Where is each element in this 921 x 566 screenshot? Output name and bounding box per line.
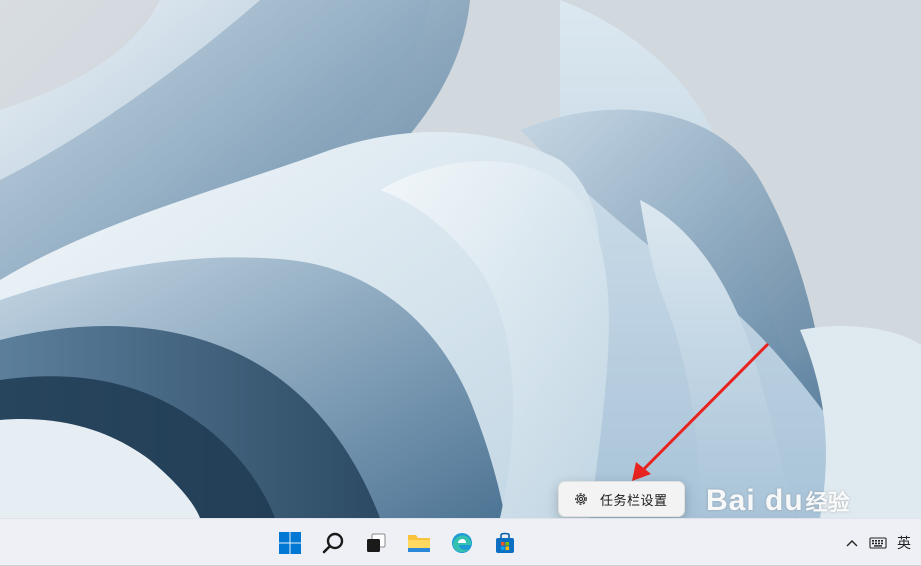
system-tray: 英 (845, 519, 921, 566)
task-view-icon (367, 533, 386, 552)
edge-browser-button[interactable] (444, 525, 480, 561)
gear-icon (572, 490, 590, 508)
file-explorer-button[interactable] (401, 525, 437, 561)
show-hidden-icons-button[interactable] (845, 528, 859, 558)
microsoft-store-button[interactable] (487, 525, 523, 561)
touch-keyboard-button[interactable] (869, 528, 887, 558)
taskbar-pinned-apps (272, 519, 530, 566)
search-icon (322, 532, 344, 553)
annotation-arrow (632, 342, 770, 481)
edge-browser-icon (452, 532, 472, 553)
keyboard-icon (869, 536, 887, 549)
microsoft-store-icon (496, 532, 514, 553)
taskbar-settings-menu-item[interactable]: 任务栏设置 (572, 482, 668, 516)
input-method-indicator[interactable]: 英 (897, 528, 911, 558)
file-explorer-icon (408, 534, 430, 552)
taskbar: 英 (0, 518, 921, 565)
start-button[interactable] (272, 525, 308, 561)
task-view-button[interactable] (358, 525, 394, 561)
taskbar-settings-label: 任务栏设置 (600, 493, 668, 509)
chevron-up-icon (846, 539, 858, 546)
search-button[interactable] (315, 525, 351, 561)
desktop-wallpaper (0, 0, 921, 518)
taskbar-context-menu: 任务栏设置 (558, 481, 685, 517)
windows-start-icon (279, 531, 301, 554)
